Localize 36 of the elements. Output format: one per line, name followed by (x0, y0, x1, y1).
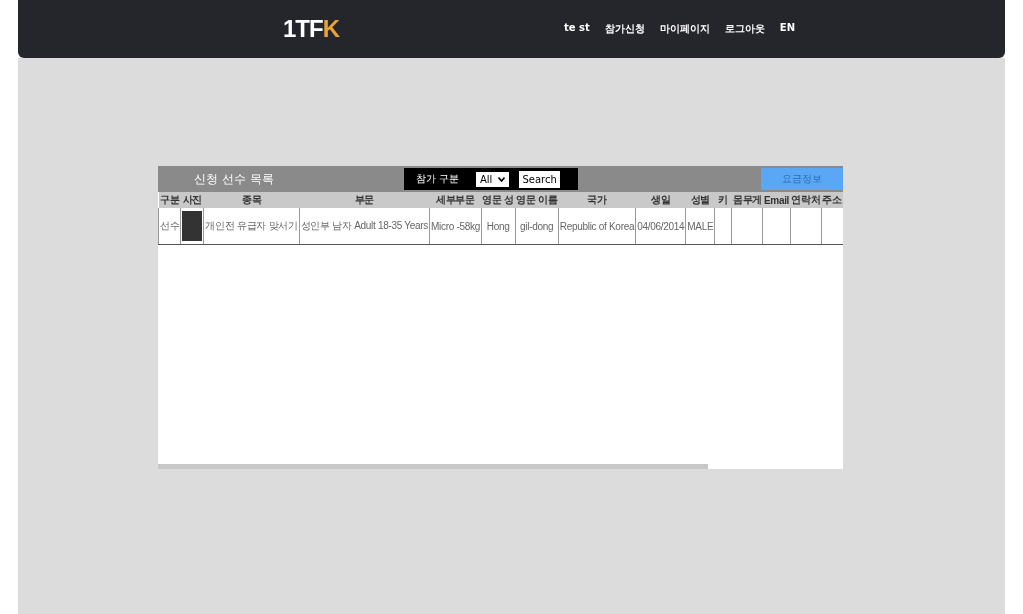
column-header: 주소 (821, 192, 843, 208)
table-cell: gil-dong (515, 208, 559, 245)
column-header: 성별 (685, 192, 715, 208)
logo[interactable]: 1TFK (283, 15, 339, 43)
search-button[interactable]: Search (519, 170, 560, 188)
nav-link[interactable]: 참가신청 (604, 22, 645, 36)
nav-link[interactable]: EN (779, 22, 795, 36)
column-header: 세부부문 (429, 192, 482, 208)
column-header: 국가 (558, 192, 636, 208)
category-select[interactable]: All (476, 171, 510, 187)
table-cell: 개인전 유급자 맞서기 (203, 208, 300, 245)
column-header: 구분 (158, 192, 181, 208)
column-header: 생일 (635, 192, 686, 208)
nav-link[interactable]: te st (564, 22, 590, 36)
column-header: 종목 (203, 192, 300, 208)
column-header: Email (762, 192, 791, 208)
column-header: 영문 이름 (515, 192, 559, 208)
column-header: 연락처 (790, 192, 822, 208)
table-cell: Hong (481, 208, 515, 245)
table-cell: Republic of Korea (558, 208, 636, 245)
column-header: 몸무게 (731, 192, 763, 208)
panel-title: 신청 선수 목록 (194, 170, 275, 188)
horizontal-scrollbar[interactable] (158, 464, 708, 469)
chevron-down-icon (498, 176, 506, 182)
table-cell: 성인부 남자 Adult 18-35 Years (299, 208, 430, 245)
table-cell: MALE (685, 208, 715, 245)
nav-link[interactable]: 마이페이지 (659, 22, 710, 36)
table-cell: 04/06/2014 (635, 208, 686, 245)
filter-label: 참가 구분 (416, 172, 461, 186)
column-header: 부문 (299, 192, 430, 208)
table-cell: 선수 (158, 208, 181, 245)
column-header: 영문 성 (481, 192, 515, 208)
table-cell: Micro -58kg (429, 208, 482, 245)
nav-link[interactable]: 로그아웃 (724, 22, 765, 36)
photo-placeholder (182, 211, 203, 241)
column-header: 사진 (180, 192, 204, 208)
